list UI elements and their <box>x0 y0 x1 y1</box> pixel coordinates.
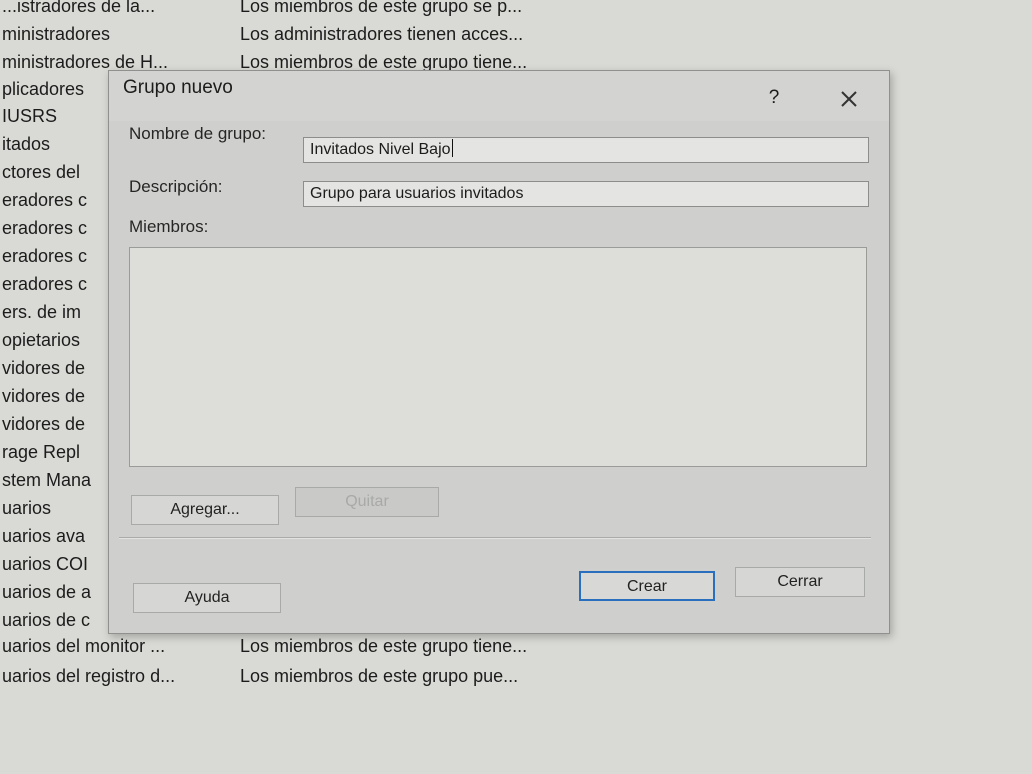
group-name-cell: ...istradores de la... <box>2 0 156 16</box>
group-name-cell: vidores de <box>2 358 86 378</box>
group-name-cell: uarios <box>2 498 52 518</box>
dialog-title: Grupo nuevo <box>123 77 233 98</box>
group-list-row[interactable]: uarios del registro d... Los miembros de … <box>0 662 1032 690</box>
group-name-cell: stem Mana <box>2 470 92 490</box>
group-name-cell: opietarios <box>2 330 81 350</box>
group-description-cell: Los miembros de este grupo se p... <box>240 0 523 16</box>
group-name-cell: rage Repl <box>2 442 81 462</box>
group-name-cell: vidores de <box>2 414 86 434</box>
group-name-cell: uarios COI <box>2 554 89 574</box>
description-field[interactable]: Grupo para usuarios invitados <box>303 181 869 207</box>
group-description-cell: Los administradores tienen acces... <box>240 24 524 44</box>
group-list-row[interactable]: ministradores Los administradores tienen … <box>0 20 1032 48</box>
group-list-row[interactable]: ...istradores de la... Los miembros de es… <box>0 0 1032 20</box>
group-name-field[interactable]: Invitados Nivel Bajo <box>303 137 869 163</box>
group-name-cell: plicadores <box>2 79 85 99</box>
dialog-titlebar: Grupo nuevo ? <box>109 71 889 121</box>
group-name-cell: uarios ava <box>2 526 86 546</box>
group-name-value: Invitados Nivel Bajo <box>310 141 451 158</box>
group-name-cell: IUSRS <box>2 106 58 126</box>
group-name-cell: uarios del registro d... <box>2 666 176 686</box>
members-label: Miembros: <box>129 217 209 236</box>
help-button[interactable]: Ayuda <box>133 583 281 613</box>
create-button[interactable]: Crear <box>579 571 715 601</box>
group-name-cell: eradores c <box>2 218 88 238</box>
description-label: Descripción: <box>129 177 223 196</box>
divider <box>119 537 871 539</box>
group-name-cell: uarios de c <box>2 610 91 630</box>
group-name-cell: eradores c <box>2 274 88 294</box>
group-name-cell: uarios de a <box>2 582 92 602</box>
group-name-cell: ctores del <box>2 162 81 182</box>
new-group-dialog: Grupo nuevo ? Nombre de grupo: Invitados… <box>108 70 890 634</box>
group-name-cell: eradores c <box>2 246 88 266</box>
close-icon[interactable] <box>835 85 863 113</box>
group-name-cell: vidores de <box>2 386 86 406</box>
group-name-label: Nombre de grupo: <box>129 124 267 143</box>
close-button[interactable]: Cerrar <box>735 567 865 597</box>
group-name-cell: itados <box>2 134 51 154</box>
group-list-row[interactable]: uarios del monitor ... Los miembros de es… <box>0 632 1032 660</box>
group-name-cell: eradores c <box>2 190 88 210</box>
group-description-cell: Los miembros de este grupo tiene... <box>240 636 528 656</box>
help-icon[interactable]: ? <box>761 85 787 111</box>
group-name-cell: uarios del monitor ... <box>2 636 166 656</box>
group-name-cell: ministradores <box>2 24 111 44</box>
add-button[interactable]: Agregar... <box>131 495 279 525</box>
remove-button[interactable]: Quitar <box>295 487 439 517</box>
group-description-cell: Los miembros de este grupo pue... <box>240 666 519 686</box>
group-name-cell: ers. de im <box>2 302 82 322</box>
members-list[interactable] <box>129 247 867 467</box>
text-caret <box>451 139 453 157</box>
